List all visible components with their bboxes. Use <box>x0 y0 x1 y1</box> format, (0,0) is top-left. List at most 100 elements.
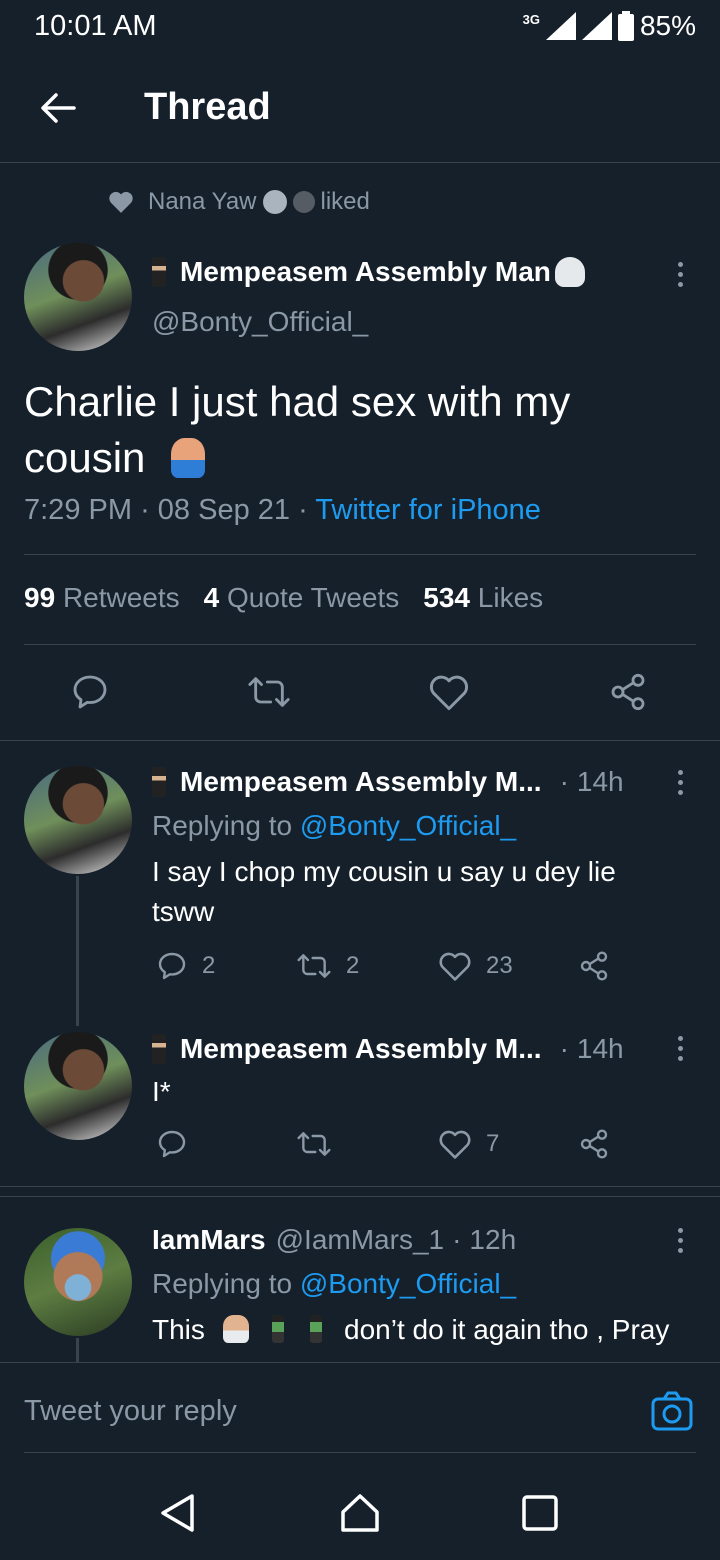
reply-handle: @IamMars_1 <box>275 1224 445 1255</box>
like-count: 23 <box>486 952 513 979</box>
heart-icon <box>109 191 133 213</box>
reply-author-line[interactable]: Mempeasem Assembly M... · 14h <box>152 1033 624 1065</box>
nav-back-icon <box>161 1494 194 1532</box>
nav-back-button[interactable] <box>158 1492 198 1534</box>
header-divider <box>0 162 720 163</box>
battery-level: 85% <box>639 10 696 41</box>
network-type: 3G <box>522 11 540 27</box>
share-button[interactable] <box>578 950 610 982</box>
likes-count: 534 <box>423 582 470 613</box>
thread-divider <box>0 1186 720 1187</box>
reply-text: This don’t do it again tho , Pray <box>152 1310 712 1362</box>
man-emoji-icon <box>152 257 166 287</box>
like-icon <box>439 1130 471 1159</box>
tweet-source[interactable]: Twitter for iPhone <box>315 494 541 526</box>
more-icon[interactable] <box>668 1036 692 1061</box>
more-icon[interactable] <box>668 262 692 287</box>
back-button[interactable] <box>30 80 86 136</box>
reply-icon <box>158 952 186 980</box>
share-icon <box>611 673 645 711</box>
thread-line <box>76 876 79 1026</box>
nav-home-icon <box>341 1494 379 1532</box>
stats-divider-bottom <box>24 644 696 645</box>
alien-emoji-icon <box>262 190 287 214</box>
avatar[interactable] <box>24 243 132 351</box>
retweet-icon <box>297 1132 331 1156</box>
ghost-emoji-icon <box>554 257 585 287</box>
reply-author-line[interactable]: IamMars @IamMars_1 · 12h <box>152 1224 516 1256</box>
status-time: 10:01 AM <box>34 10 157 42</box>
reply-age: 12h <box>469 1224 517 1255</box>
man-emoji-icon <box>152 1034 166 1064</box>
reply-display-name: IamMars <box>152 1224 266 1255</box>
like-button[interactable]: 23 <box>438 950 513 982</box>
reply-text-start: This <box>152 1314 205 1345</box>
replying-prefix: Replying to <box>152 1268 293 1299</box>
retweets-stat[interactable]: 99 Retweets <box>24 582 180 614</box>
reply-icon <box>158 1130 186 1158</box>
replying-to-handle[interactable]: @Bonty_Official_ <box>300 1268 516 1299</box>
main-tweet-divider <box>0 740 720 741</box>
reply-display-name: Mempeasem Assembly M... <box>180 766 542 797</box>
signal-icon <box>545 12 576 40</box>
quotes-stat[interactable]: 4 Quote Tweets <box>204 582 400 614</box>
like-button[interactable]: 7 <box>438 1128 499 1160</box>
walking-emoji-icon-2 <box>310 1315 323 1343</box>
like-icon <box>429 675 469 711</box>
gorilla-emoji-icon <box>292 191 315 213</box>
share-button[interactable] <box>578 1128 610 1160</box>
reply-button[interactable]: 2 <box>156 950 215 982</box>
quotes-label: Quote Tweets <box>227 582 400 613</box>
retweets-label: Retweets <box>62 582 180 613</box>
thread-line <box>76 1338 79 1362</box>
tweet-time: 7:29 PM <box>24 494 132 526</box>
liked-label: liked <box>320 188 370 215</box>
retweet-button[interactable]: 2 <box>296 950 359 982</box>
nav-recents-icon <box>522 1495 558 1531</box>
more-icon[interactable] <box>668 1228 692 1253</box>
camera-button[interactable] <box>650 1390 694 1432</box>
like-count: 7 <box>486 1130 500 1157</box>
reply-icon <box>73 675 107 709</box>
like-button[interactable] <box>428 672 470 712</box>
camera-icon <box>651 1391 693 1431</box>
reply-avatar[interactable] <box>24 1032 132 1140</box>
author-handle[interactable]: @Bonty_Official_ <box>152 306 368 338</box>
retweet-button[interactable] <box>296 1128 332 1160</box>
tweet-text: Charlie I just had sex with my cousin <box>24 374 684 486</box>
retweet-count: 2 <box>346 952 360 979</box>
status-icons: 3G 85% <box>523 10 696 42</box>
walking-emoji-icon <box>272 1315 285 1343</box>
nav-recents-button[interactable] <box>520 1492 560 1534</box>
reply-text-end: don’t do it again tho , Pray <box>344 1314 670 1345</box>
reply-input[interactable]: Tweet your reply <box>24 1395 237 1428</box>
replying-to-handle[interactable]: @Bonty_Official_ <box>300 810 516 841</box>
reply-avatar[interactable] <box>24 766 132 874</box>
status-bar: 10:01 AM 3G 85% <box>0 0 720 56</box>
reply-display-name: Mempeasem Assembly M... <box>180 1033 542 1064</box>
battery-icon <box>617 11 634 41</box>
likes-label: Likes <box>477 582 544 613</box>
reply-button[interactable] <box>156 1128 188 1160</box>
reply-button[interactable] <box>70 672 110 712</box>
share-icon <box>580 951 608 981</box>
reply-count: 2 <box>202 952 216 979</box>
main-author-line[interactable]: Mempeasem Assembly Man <box>152 256 585 288</box>
replying-prefix: Replying to <box>152 810 293 841</box>
share-button[interactable] <box>608 672 648 712</box>
reply-author-line[interactable]: Mempeasem Assembly M... · 14h <box>152 766 624 798</box>
facepalm-emoji-icon <box>222 1315 249 1343</box>
more-icon[interactable] <box>668 770 692 795</box>
retweet-button[interactable] <box>247 672 291 712</box>
retweet-icon <box>297 954 331 978</box>
reply-age: 14h <box>576 1033 624 1064</box>
likes-stat[interactable]: 534 Likes <box>423 582 543 614</box>
nav-home-button[interactable] <box>340 1492 380 1534</box>
reply-avatar[interactable] <box>24 1228 132 1336</box>
share-icon <box>580 1129 608 1159</box>
man-emoji-icon <box>152 767 166 797</box>
tweet-date: 08 Sep 21 <box>157 494 291 526</box>
author-display-name: Mempeasem Assembly Man <box>180 256 551 287</box>
liker-name[interactable]: Nana Yaw <box>148 188 257 216</box>
like-icon <box>439 952 471 981</box>
